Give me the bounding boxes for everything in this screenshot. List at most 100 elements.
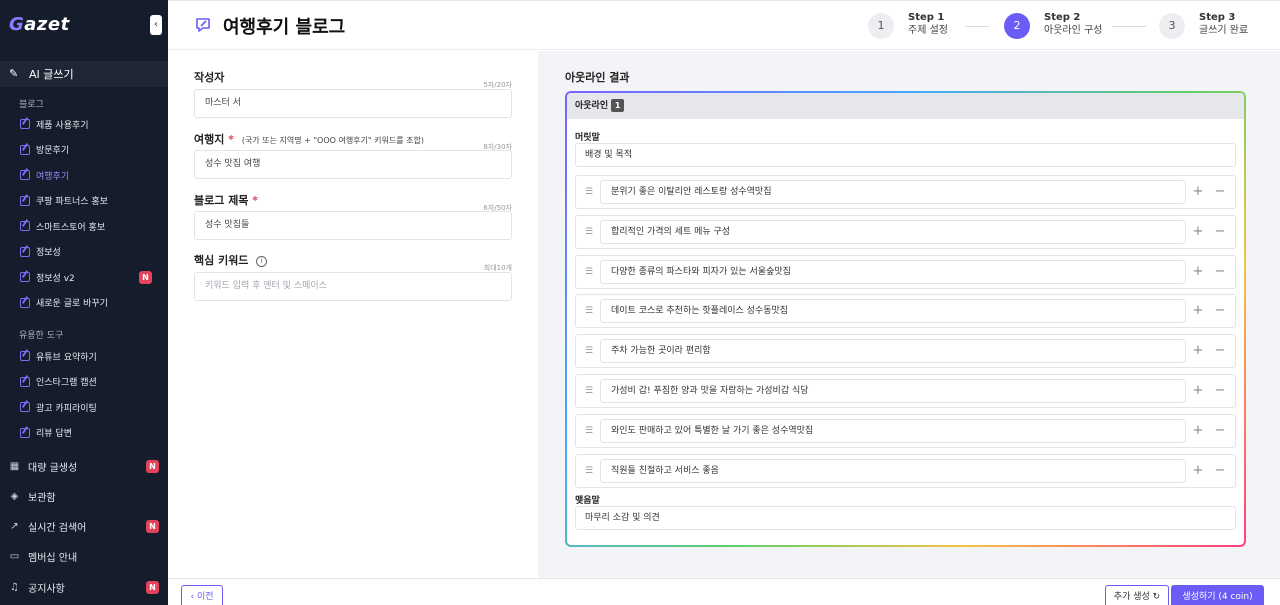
drag-handle-icon[interactable]: ☰ <box>585 227 594 237</box>
add-row-icon[interactable]: + <box>1192 264 1204 280</box>
outline-result-title: 아웃라인 결과 <box>565 71 630 84</box>
outline-item-input[interactable]: 합리적인 가격의 세트 메뉴 구성 <box>600 219 1186 244</box>
add-row-icon[interactable]: + <box>1192 423 1204 439</box>
step-1-label: Step 1 주제 설정 <box>908 12 948 36</box>
pencil-icon: ✎ <box>9 67 19 80</box>
trend-icon: ↗ <box>10 521 19 533</box>
remove-row-icon[interactable]: − <box>1214 423 1226 439</box>
sidebar-main-item[interactable]: ◈ 보관함 <box>9 486 159 506</box>
author-input[interactable]: 마스터 서 <box>194 89 512 118</box>
drag-handle-icon[interactable]: ☰ <box>585 306 594 316</box>
sidebar-item-blog[interactable]: 방문후기 <box>20 141 152 159</box>
remove-row-icon[interactable]: − <box>1214 224 1226 240</box>
sidebar-item-blog[interactable]: 스마트스토어 홍보 <box>20 217 152 235</box>
remove-row-icon[interactable]: − <box>1214 463 1226 479</box>
sidebar-item-label: 정보성 <box>36 248 61 258</box>
outline-item-input[interactable]: 분위기 좋은 이탈리안 레스토랑 성수역맛집 <box>600 180 1186 204</box>
intro-label: 머릿말 <box>575 133 600 143</box>
sidebar-item-blog[interactable]: 제품 사용후기 <box>20 115 152 133</box>
sidebar-item-label: 공지사항 <box>28 583 65 595</box>
sidebar-item-blog[interactable]: 여행후기 <box>20 166 152 184</box>
collapse-sidebar-button[interactable]: ‹ <box>150 15 162 35</box>
edit-icon <box>20 246 30 257</box>
edit-icon <box>20 272 30 282</box>
outline-item-input[interactable]: 와인도 판매하고 있어 특별한 날 가기 좋은 성수역맛집 <box>600 418 1186 443</box>
remove-row-icon[interactable]: − <box>1214 343 1226 359</box>
blog-title-input[interactable]: 성수 맛집들 <box>194 211 512 240</box>
outline-item-input[interactable]: 직원들 친절하고 서비스 좋음 <box>600 458 1186 483</box>
sidebar-item-label: 광고 카피라이팅 <box>36 403 97 414</box>
step-divider <box>1112 26 1146 27</box>
sidebar-main-item[interactable]: ▦ 대량 글생성 N <box>9 456 159 476</box>
sidebar-item-tool[interactable]: 리뷰 답변 <box>20 424 152 442</box>
new-badge: N <box>146 580 159 594</box>
remove-row-icon[interactable]: − <box>1214 383 1226 399</box>
outline-card-header: 아웃라인 1 <box>567 93 1244 119</box>
edit-icon <box>20 144 30 155</box>
prev-button[interactable]: ‹ 이전 <box>181 585 223 605</box>
outline-row: ☰ 가성비 갑! 푸짐한 양과 맛을 자랑하는 가성비갑 식당 + − <box>575 374 1236 408</box>
archive-icon: ◈ <box>10 490 19 502</box>
add-row-icon[interactable]: + <box>1192 343 1204 359</box>
new-badge: N <box>146 520 159 534</box>
add-row-icon[interactable]: + <box>1192 383 1204 399</box>
outro-input[interactable]: 마무리 소감 및 의견 <box>575 506 1236 530</box>
footer: ‹ 이전 추가 생성 ↻ 생성하기 (4 coin) <box>168 578 1280 605</box>
step-2-circle: 2 <box>1004 13 1030 39</box>
author-label: 작성자 <box>194 71 225 84</box>
drag-handle-icon[interactable]: ☰ <box>585 187 594 197</box>
outline-item-input[interactable]: 데이트 코스로 추천하는 핫플레이스 성수동맛집 <box>600 299 1186 324</box>
drag-handle-icon[interactable]: ☰ <box>585 267 594 277</box>
sidebar-item-label: 방문후기 <box>36 146 70 156</box>
sidebar-item-label: 정보성 v2 <box>36 273 75 284</box>
keywords-input[interactable]: 키워드 입력 후 엔터 및 스페이스 <box>194 272 512 301</box>
sidebar-item-tool[interactable]: 광고 카피라이팅 <box>20 398 152 416</box>
more-generate-button[interactable]: 추가 생성 ↻ <box>1105 585 1169 605</box>
add-row-icon[interactable]: + <box>1192 463 1204 479</box>
drag-handle-icon[interactable]: ☰ <box>585 386 594 396</box>
card-icon: ▭ <box>9 551 20 563</box>
add-row-icon[interactable]: + <box>1192 303 1204 319</box>
sidebar-item-blog[interactable]: 정보성 v2 N <box>20 268 152 286</box>
sidebar-item-tool[interactable]: 유튜브 요약하기 <box>20 347 152 365</box>
sidebar-item-blog[interactable]: 새로운 글로 바꾸기 <box>20 294 152 312</box>
edit-icon <box>20 119 30 129</box>
remove-row-icon[interactable]: − <box>1214 264 1226 280</box>
drag-handle-icon[interactable]: ☰ <box>585 466 594 476</box>
calendar-icon: ▦ <box>9 460 20 472</box>
chevron-left-icon: ‹ <box>154 19 158 30</box>
sidebar-item-label: 실시간 검색어 <box>28 523 87 535</box>
drag-handle-icon[interactable]: ☰ <box>585 346 594 356</box>
outline-row: ☰ 주차 가능한 곳이라 편리함 + − <box>575 334 1236 369</box>
section-blog: 블로그 <box>19 100 44 110</box>
sidebar-main-item[interactable]: ♫ 공지사항 N <box>9 577 159 597</box>
outline-item-input[interactable]: 가성비 갑! 푸짐한 양과 맛을 자랑하는 가성비갑 식당 <box>600 379 1186 403</box>
sidebar-main-item[interactable]: ↗ 실시간 검색어 N <box>9 517 159 537</box>
sidebar-item-blog[interactable]: 쿠팡 파트너스 홍보 <box>20 192 152 210</box>
drag-handle-icon[interactable]: ☰ <box>585 426 594 436</box>
logo[interactable]: Gazet <box>9 14 70 35</box>
outline-row: ☰ 분위기 좋은 이탈리안 레스토랑 성수역맛집 + − <box>575 175 1236 209</box>
remove-row-icon[interactable]: − <box>1214 303 1226 319</box>
outline-item-input[interactable]: 다양한 종류의 파스타와 피자가 있는 서울숲맛집 <box>600 259 1186 284</box>
step-3-label: Step 3 글쓰기 완료 <box>1199 12 1249 36</box>
edit-icon <box>20 351 30 361</box>
outline-item-input[interactable]: 주차 가능한 곳이라 편리함 <box>600 339 1186 364</box>
destination-input[interactable]: 성수 맛집 여행 <box>194 150 512 179</box>
add-row-icon[interactable]: + <box>1192 184 1204 200</box>
sidebar-item-blog[interactable]: 정보성 <box>20 243 152 261</box>
add-row-icon[interactable]: + <box>1192 224 1204 240</box>
sidebar-item-label: 새로운 글로 바꾸기 <box>36 299 108 309</box>
step-1-circle: 1 <box>868 13 894 39</box>
outro-label: 맺음말 <box>575 496 600 506</box>
intro-input[interactable]: 배경 및 목적 <box>575 143 1236 167</box>
info-icon[interactable]: i <box>256 255 268 267</box>
remove-row-icon[interactable]: − <box>1214 184 1226 200</box>
generate-button[interactable]: 생성하기 (4 coin) <box>1171 585 1264 605</box>
sidebar-main-item[interactable]: ▭ 멤버십 안내 <box>9 547 159 567</box>
nav-ai-writing[interactable]: ✎ AI 글쓰기 <box>0 61 168 87</box>
step-3-circle: 3 <box>1159 13 1185 39</box>
step-2-label: Step 2 아웃라인 구성 <box>1044 12 1103 36</box>
sidebar-item-tool[interactable]: 인스타그램 캡션 <box>20 373 152 391</box>
edit-icon <box>20 195 30 206</box>
